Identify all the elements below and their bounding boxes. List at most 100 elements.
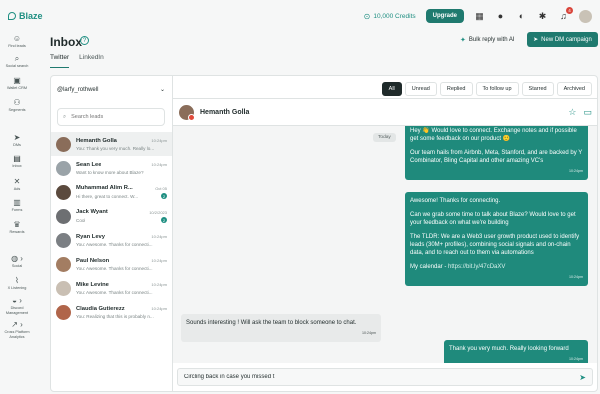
lead-time: 10:24pm bbox=[151, 234, 167, 239]
sidebar-item-ads[interactable]: ✕ Ads bbox=[0, 177, 34, 192]
sidebar-item-analytics[interactable]: ↗ › Cross Platform Analytics bbox=[0, 320, 34, 339]
filter-chip-all[interactable]: All bbox=[381, 82, 402, 96]
page-title: Inbox bbox=[50, 35, 82, 49]
message-text: Awesome! Thanks for connecting. bbox=[410, 198, 501, 204]
platform-tabs: Twitter LinkedIn bbox=[50, 54, 150, 68]
message-text: Can we grab some time to talk about Blaz… bbox=[410, 212, 576, 226]
message-time: 10:24pm bbox=[569, 169, 583, 173]
lead-name: Sean Lee bbox=[76, 161, 102, 168]
bulk-reply-button[interactable]: ✦ Bulk reply with AI bbox=[460, 36, 515, 44]
sidebar-item-social-search[interactable]: ⌕ Social search bbox=[0, 54, 34, 69]
analytics-icon: ↗ › bbox=[11, 320, 23, 329]
upgrade-button[interactable]: Upgrade bbox=[425, 9, 464, 23]
lead-row[interactable]: Sean Lee 10:24pm Want to know more about B… bbox=[51, 156, 172, 180]
message-bubble-outgoing: Hey 👋 Would love to connect. Exchange no… bbox=[405, 126, 588, 180]
star-icon[interactable]: ☆ bbox=[568, 107, 576, 118]
page-header: Inbox ? ✦ Bulk reply with AI ➤ New DM ca… bbox=[50, 32, 600, 52]
account-handle: @larfy_rothwell bbox=[57, 86, 99, 93]
lead-name: Claudia Gutierezz bbox=[76, 305, 125, 312]
search-leads-input[interactable] bbox=[71, 114, 152, 120]
sidebar-item-label: Find leads bbox=[8, 44, 26, 48]
people-icon: ☺ bbox=[12, 34, 22, 43]
lead-avatar bbox=[56, 304, 71, 320]
sidebar-item-rewards[interactable]: ♛ Rewards bbox=[0, 220, 34, 235]
lead-row[interactable]: Muhammad Alim R... Oct 05 Hi there, great … bbox=[51, 180, 172, 204]
lead-row[interactable]: Jack Wyant 10/2/2023 Cool 2 bbox=[51, 204, 172, 228]
contact-avatar bbox=[179, 104, 195, 121]
day-divider: Today bbox=[373, 133, 396, 142]
inbox-panel: @larfy_rothwell ⌄ ⌕ Hemanth Golla 10:24pm… bbox=[50, 75, 598, 392]
new-dm-campaign-button[interactable]: ➤ New DM campaign bbox=[527, 32, 598, 47]
filter-chip-to-follow-up[interactable]: To follow up bbox=[475, 82, 519, 96]
filter-chip-archived[interactable]: Archived bbox=[556, 82, 592, 96]
unread-badge: 2 bbox=[161, 193, 167, 199]
message-text: Hey 👋 Would love to connect. Exchange no… bbox=[410, 128, 577, 142]
trophy-icon: ♛ bbox=[13, 220, 21, 229]
lead-preview: You: Realizing that this is probably n..… bbox=[76, 313, 154, 319]
sidebar-item-label: Discord Management bbox=[5, 306, 29, 315]
lead-name: Hemanth Golla bbox=[76, 137, 117, 144]
send-icon[interactable]: ➤ bbox=[579, 373, 586, 382]
lead-name: Muhammad Alim R... bbox=[76, 185, 133, 191]
account-select[interactable]: @larfy_rothwell ⌄ bbox=[57, 86, 165, 94]
filter-chip-unread[interactable]: Unread bbox=[404, 82, 437, 96]
settings-icon[interactable]: ✱ bbox=[537, 11, 548, 22]
lead-row[interactable]: Paul Nelson 10:24pm You: Awesome. Thanks f… bbox=[51, 252, 172, 276]
leads-list-panel: @larfy_rothwell ⌄ ⌕ Hemanth Golla 10:24pm… bbox=[51, 76, 173, 391]
lead-name: Jack Wyant bbox=[76, 209, 108, 215]
wallet-icon: ▣ bbox=[13, 76, 21, 85]
sidebar-item-discord[interactable]: ◒ › Discord Management bbox=[0, 296, 34, 315]
help-chat-icon[interactable]: ● bbox=[495, 11, 506, 22]
calendar-link[interactable]: https://bit.ly/47cDaXV bbox=[448, 264, 505, 270]
message-thread: Hey 👋 Would love to connect. Exchange no… bbox=[173, 126, 597, 363]
help-icon[interactable]: ? bbox=[80, 36, 89, 45]
sidebar-item-social[interactable]: ◍ › Social bbox=[0, 254, 34, 269]
user-avatar[interactable] bbox=[579, 9, 592, 23]
message-time: 10:24pm bbox=[362, 331, 376, 335]
discord-icon: ◒ › bbox=[12, 296, 22, 305]
sidebar-item-label: Wallet CRM bbox=[6, 86, 28, 90]
lead-time: 10/2/2023 bbox=[149, 209, 167, 215]
message-input[interactable] bbox=[184, 374, 580, 380]
conversation-panel: All Unread Replied To follow up Starred Archi… bbox=[173, 76, 597, 391]
sidebar-item-x-listening[interactable]: ⌇ X Listening bbox=[0, 276, 34, 291]
message-text: Sounds interesting ! Will ask the team t… bbox=[186, 320, 357, 326]
lead-avatar bbox=[56, 184, 71, 200]
lead-row[interactable]: Ryan Levy 10:24pm You: Awesome. Thanks for… bbox=[51, 228, 172, 252]
calendar-icon[interactable]: ▦ bbox=[474, 11, 485, 22]
sidebar-item-inbox[interactable]: ▤ Inbox bbox=[0, 154, 34, 169]
tab-twitter[interactable]: Twitter bbox=[50, 54, 70, 68]
notification-bell-icon[interactable]: ♫ 4 bbox=[558, 6, 573, 22]
theme-toggle-icon[interactable]: ◐ bbox=[516, 11, 527, 22]
lead-row[interactable]: Claudia Gutierezz 10:24pm You: Realizing t… bbox=[51, 300, 172, 324]
tab-linkedin[interactable]: LinkedIn bbox=[79, 54, 104, 68]
lead-name: Ryan Levy bbox=[76, 233, 105, 240]
lead-row[interactable]: Mike Levine 10:24pm You: Awesome. Thanks f… bbox=[51, 276, 172, 300]
x-icon: ✕ bbox=[13, 177, 21, 186]
message-bubble-incoming: Sounds interesting ! Will ask the team t… bbox=[181, 314, 381, 342]
sidebar: ☺ Find leads ⌕ Social search ▣ Wallet CRM ⚇… bbox=[0, 32, 34, 394]
lead-preview: Want to know more about Blaze? bbox=[76, 169, 144, 175]
filter-chip-starred[interactable]: Starred bbox=[521, 82, 554, 96]
message-bubble-outgoing: Thank you very much. Really looking forw… bbox=[444, 340, 588, 363]
conversation-filters: All Unread Replied To follow up Starred Archi… bbox=[381, 82, 592, 96]
archive-icon[interactable]: ▭ bbox=[583, 107, 592, 118]
sidebar-item-label: Cross Platform Analytics bbox=[4, 330, 30, 339]
sidebar-item-wallet-crm[interactable]: ▣ Wallet CRM bbox=[0, 76, 34, 91]
filter-chip-replied[interactable]: Replied bbox=[439, 82, 473, 96]
notification-badge: 4 bbox=[566, 6, 573, 14]
sidebar-item-label: Social search bbox=[5, 64, 29, 68]
search-icon: ⌕ bbox=[63, 113, 67, 120]
lead-row[interactable]: Hemanth Golla 10:24pm You: Thank you very … bbox=[51, 132, 172, 156]
sidebar-item-label: Social bbox=[11, 264, 23, 268]
lead-preview: You: Awesome. Thanks for connecti... bbox=[76, 241, 153, 247]
sidebar-item-forms[interactable]: ▥ Forms bbox=[0, 198, 34, 213]
sidebar-item-dms[interactable]: ➤ DMs bbox=[0, 133, 34, 148]
brand-logo[interactable]: Blaze bbox=[8, 11, 43, 21]
chevron-down-icon: ⌄ bbox=[159, 87, 165, 93]
lead-preview: You: Awesome. Thanks for connecti... bbox=[76, 289, 153, 295]
lead-time: 10:24pm bbox=[151, 138, 167, 143]
sidebar-item-segments[interactable]: ⚇ Segments bbox=[0, 98, 34, 113]
lead-preview: You: Thank you very much. Really lo... bbox=[76, 145, 155, 151]
sidebar-item-find-leads[interactable]: ☺ Find leads bbox=[0, 34, 34, 49]
